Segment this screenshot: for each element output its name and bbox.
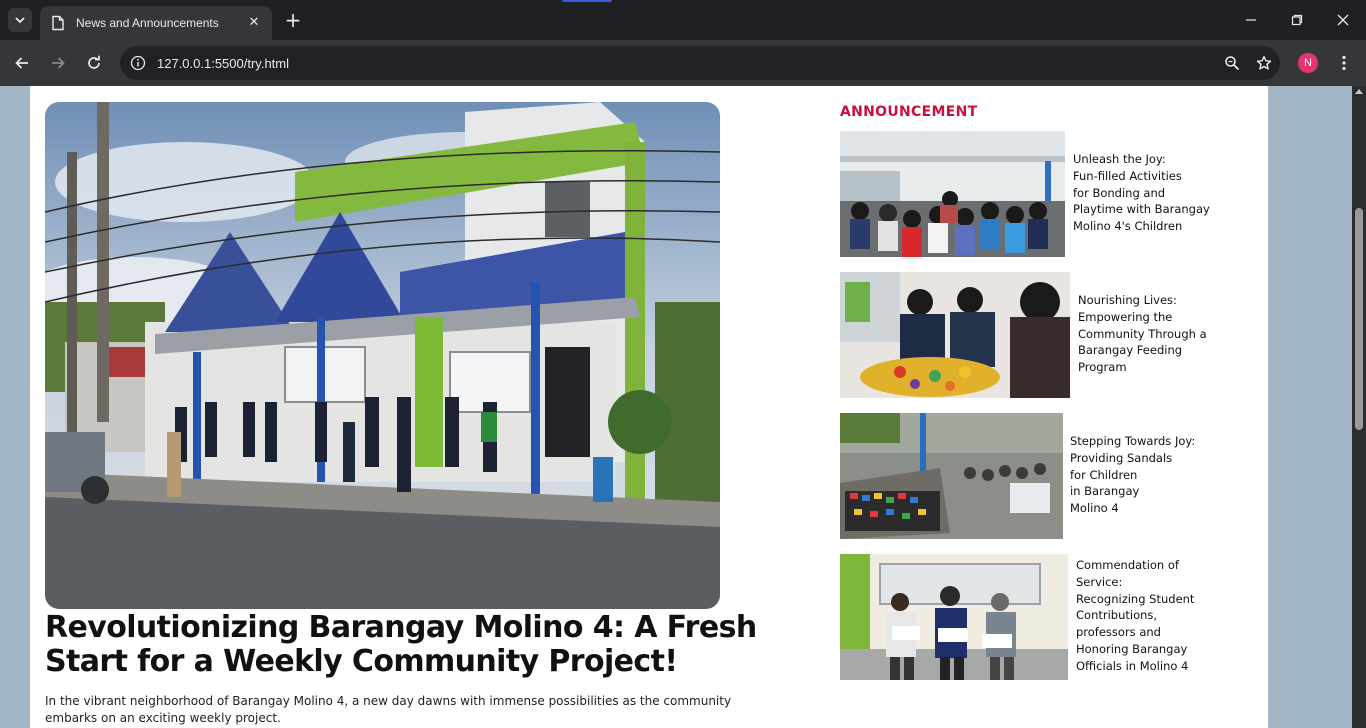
active-tab[interactable]: News and Announcements ✕: [40, 6, 272, 40]
browser-toolbar: 127.0.0.1:5500/try.html N: [0, 40, 1366, 86]
page-icon: [52, 15, 64, 31]
reload-button[interactable]: [80, 49, 108, 77]
forward-button[interactable]: [44, 49, 72, 77]
close-icon: [1337, 14, 1349, 26]
back-button[interactable]: [8, 49, 36, 77]
minimize-icon: [1246, 19, 1256, 21]
restore-icon: [1291, 14, 1303, 26]
site-info-icon[interactable]: [129, 54, 147, 72]
announcement-thumbnail[interactable]: [840, 131, 1065, 257]
announcement-title[interactable]: Commendation of Service: Recognizing Stu…: [1076, 557, 1194, 675]
minimize-button[interactable]: [1228, 0, 1274, 40]
tab-title: News and Announcements: [76, 16, 219, 30]
window-accent: [562, 0, 612, 2]
tab-strip: News and Announcements ✕ +: [0, 0, 1366, 40]
announcement-title[interactable]: Stepping Towards Joy: Providing Sandals …: [1070, 433, 1195, 517]
arrow-left-icon: [15, 57, 28, 69]
url-text[interactable]: 127.0.0.1:5500/try.html: [157, 56, 1216, 71]
bookmark-star-icon[interactable]: [1248, 47, 1280, 79]
page-viewport: Revolutionizing Barangay Molino 4: A Fre…: [0, 86, 1352, 728]
profile-avatar[interactable]: N: [1298, 53, 1318, 73]
announcement-title[interactable]: Unleash the Joy: Fun-filled Activities f…: [1073, 151, 1210, 235]
announcement-item[interactable]: Commendation of Service: Recognizing Stu…: [840, 554, 1194, 680]
article-hero-image: [45, 102, 720, 609]
announcement-item[interactable]: Stepping Towards Joy: Providing Sandals …: [840, 413, 1195, 539]
new-tab-button[interactable]: +: [282, 9, 304, 31]
announcement-thumbnail[interactable]: [840, 413, 1063, 539]
tab-close-icon[interactable]: ✕: [246, 15, 262, 31]
announcement-heading: ANNOUNCEMENT: [840, 104, 978, 120]
announcement-thumbnail[interactable]: [840, 554, 1068, 680]
scroll-up-arrow-icon[interactable]: [1355, 89, 1363, 94]
announcement-title[interactable]: Nourishing Lives: Empowering the Communi…: [1078, 292, 1207, 376]
reload-icon: [88, 55, 100, 69]
announcement-item[interactable]: Unleash the Joy: Fun-filled Activities f…: [840, 131, 1210, 257]
scrollbar-thumb[interactable]: [1355, 208, 1363, 430]
article-headline: Revolutionizing Barangay Molino 4: A Fre…: [45, 610, 757, 679]
zoom-icon[interactable]: [1216, 47, 1248, 79]
tab-search-button[interactable]: [8, 8, 32, 32]
arrow-right-icon: [52, 57, 65, 69]
announcement-thumbnail[interactable]: [840, 272, 1070, 398]
announcement-item[interactable]: Nourishing Lives: Empowering the Communi…: [840, 272, 1207, 398]
page-scrollbar[interactable]: [1352, 86, 1366, 728]
close-window-button[interactable]: [1320, 0, 1366, 40]
page-container: Revolutionizing Barangay Molino 4: A Fre…: [30, 86, 1268, 728]
address-bar[interactable]: 127.0.0.1:5500/try.html: [120, 46, 1280, 80]
chevron-down-icon: [15, 17, 25, 24]
restore-button[interactable]: [1274, 0, 1320, 40]
article-lead: In the vibrant neighborhood of Barangay …: [45, 694, 732, 725]
more-menu-icon[interactable]: [1332, 51, 1356, 75]
